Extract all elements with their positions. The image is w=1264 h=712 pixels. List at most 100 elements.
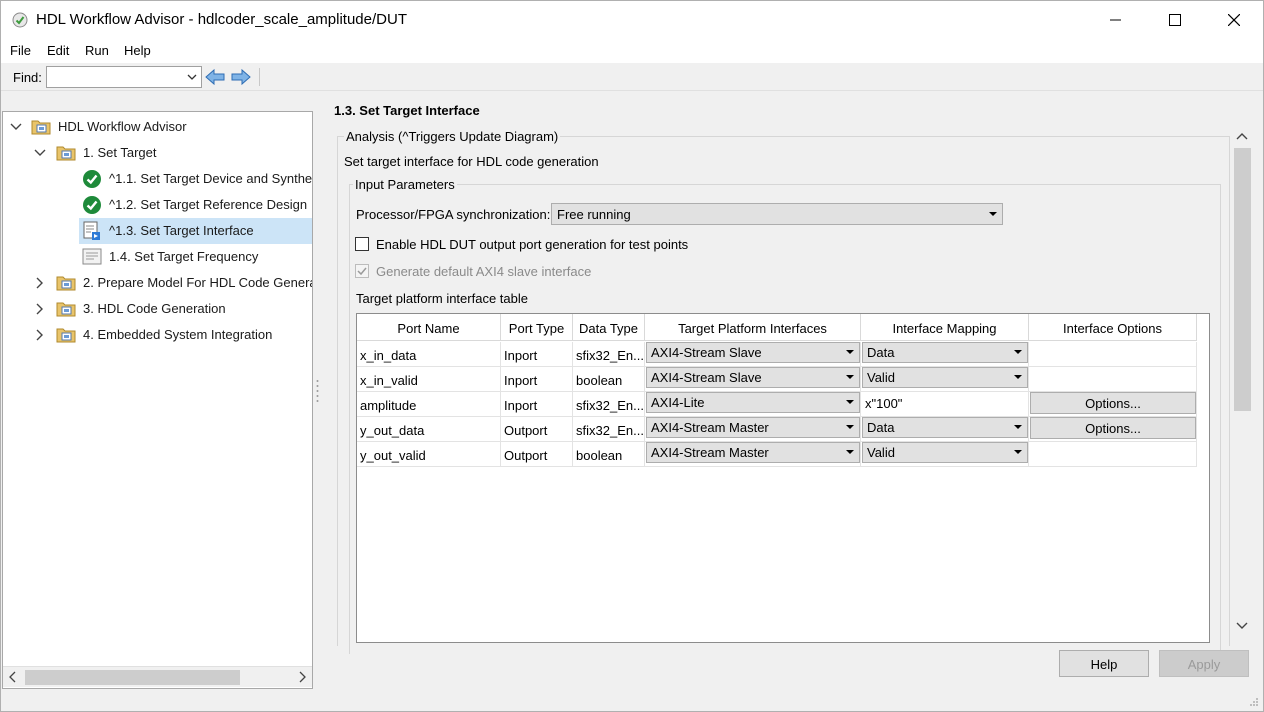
content-vertical-scrollbar[interactable] (1233, 128, 1251, 638)
tree-item-label: 1.4. Set Target Frequency (109, 249, 259, 264)
mapping-value: Valid (867, 370, 895, 385)
folder-icon (56, 302, 76, 317)
mapping-text-input[interactable]: x"100" (862, 392, 1028, 415)
column-header-data-type[interactable]: Data Type (573, 314, 645, 341)
sync-dropdown[interactable]: Free running (551, 203, 1003, 225)
options-button[interactable]: Options... (1030, 392, 1196, 414)
interface-dropdown[interactable]: AXI4-Stream Slave (646, 367, 860, 388)
chevron-down-icon (846, 375, 854, 379)
mapping-value: Data (867, 345, 895, 360)
help-button[interactable]: Help (1059, 650, 1149, 677)
tree-item-set-target-frequency[interactable]: 1.4. Set Target Frequency (3, 244, 312, 270)
cell-port-type: Inport (501, 392, 573, 417)
checkmark-icon (357, 267, 367, 276)
tree-item-label: HDL Workflow Advisor (58, 119, 187, 134)
tree-item-set-target-device[interactable]: ^1.1. Set Target Device and Synthesis To… (3, 166, 313, 192)
input-parameters-title: Input Parameters (353, 177, 457, 192)
task-description: Set target interface for HDL code genera… (344, 154, 599, 169)
sync-label: Processor/FPGA synchronization: (356, 207, 551, 222)
tree-item-set-target-reference-design[interactable]: ^1.2. Set Target Reference Design (3, 192, 312, 218)
chevron-down-icon (846, 400, 854, 404)
cell-port-type: Outport (501, 417, 573, 442)
menu-edit[interactable]: Edit (47, 43, 69, 58)
enable-test-points-label: Enable HDL DUT output port generation fo… (376, 237, 689, 252)
cell-options (1029, 442, 1197, 467)
column-header-target-platform-interfaces[interactable]: Target Platform Interfaces (645, 314, 861, 341)
chevron-right-icon[interactable] (34, 303, 46, 315)
menu-help[interactable]: Help (124, 43, 151, 58)
tree-horizontal-scrollbar[interactable] (3, 666, 312, 687)
chevron-down-icon (846, 450, 854, 454)
toolbar-separator (259, 68, 260, 86)
task-run-icon (83, 221, 100, 240)
tree-item-label: ^1.1. Set Target Device and Synthesis To… (109, 171, 313, 186)
generate-axi4-label: Generate default AXI4 slave interface (376, 264, 592, 279)
tree-item-label: 3. HDL Code Generation (83, 301, 226, 316)
cell-options (1029, 367, 1197, 392)
folder-icon (31, 120, 51, 135)
interface-dropdown[interactable]: AXI4-Stream Master (646, 417, 860, 438)
scroll-up-icon[interactable] (1236, 132, 1248, 140)
column-header-interface-mapping[interactable]: Interface Mapping (861, 314, 1029, 341)
chevron-down-icon[interactable] (10, 121, 22, 133)
chevron-down-icon (187, 74, 197, 80)
interface-dropdown[interactable]: AXI4-Lite (646, 392, 860, 413)
cell-data-type: sfix32_En... (573, 342, 645, 367)
menu-run[interactable]: Run (85, 43, 109, 58)
options-button[interactable]: Options... (1030, 417, 1196, 439)
main-window: HDL Workflow Advisor - hdlcoder_scale_am… (0, 0, 1264, 712)
chevron-down-icon (1014, 375, 1022, 379)
scrollbar-thumb[interactable] (1234, 148, 1251, 411)
column-header-port-name[interactable]: Port Name (357, 314, 501, 341)
close-button[interactable] (1205, 1, 1263, 39)
scroll-right-icon[interactable] (298, 671, 306, 683)
minimize-button[interactable] (1087, 1, 1145, 39)
task-tree: HDL Workflow Advisor 1. Set Target ^1.1.… (2, 111, 313, 689)
resize-grip-icon[interactable] (1249, 697, 1259, 707)
enable-test-points-checkbox[interactable] (355, 237, 369, 251)
chevron-down-icon (1014, 425, 1022, 429)
check-icon (83, 170, 101, 188)
window-title: HDL Workflow Advisor - hdlcoder_scale_am… (36, 11, 407, 28)
mapping-dropdown[interactable]: Valid (862, 442, 1028, 463)
tree-item-embedded-system-integration[interactable]: 4. Embedded System Integration (3, 322, 312, 348)
find-label: Find: (13, 70, 42, 85)
tree-item-set-target[interactable]: 1. Set Target (3, 140, 312, 166)
interface-value: AXI4-Stream Slave (651, 370, 762, 385)
menu-file[interactable]: File (10, 43, 31, 58)
cell-port-type: Outport (501, 442, 573, 467)
tree-item-hdl-code-generation[interactable]: 3. HDL Code Generation (3, 296, 312, 322)
minimize-icon (1110, 19, 1121, 21)
find-previous-icon[interactable] (204, 67, 226, 87)
find-next-icon[interactable] (230, 67, 252, 87)
splitter-handle[interactable] (316, 379, 319, 403)
tree-item-set-target-interface[interactable]: ^1.3. Set Target Interface (79, 218, 312, 244)
chevron-right-icon[interactable] (34, 329, 46, 341)
interface-value: AXI4-Lite (651, 395, 705, 410)
cell-data-type: sfix32_En... (573, 392, 645, 417)
folder-icon (56, 328, 76, 343)
cell-port-name: x_in_data (357, 342, 501, 367)
tree-item-prepare-model[interactable]: 2. Prepare Model For HDL Code Generation (3, 270, 312, 296)
find-input[interactable] (46, 66, 202, 88)
scroll-left-icon[interactable] (9, 671, 17, 683)
apply-button[interactable]: Apply (1159, 650, 1249, 677)
cell-data-type: boolean (573, 367, 645, 392)
column-header-port-type[interactable]: Port Type (501, 314, 573, 341)
mapping-dropdown[interactable]: Data (862, 342, 1028, 363)
scrollbar-thumb[interactable] (25, 670, 240, 685)
tree-item-hdl-workflow-advisor[interactable]: HDL Workflow Advisor (3, 114, 312, 140)
maximize-icon (1169, 14, 1181, 26)
column-header-interface-options[interactable]: Interface Options (1029, 314, 1197, 341)
interface-dropdown[interactable]: AXI4-Stream Master (646, 442, 860, 463)
generate-axi4-checkbox[interactable] (355, 264, 369, 278)
chevron-right-icon[interactable] (34, 277, 46, 289)
find-toolbar: Find: (1, 63, 1263, 91)
interface-dropdown[interactable]: AXI4-Stream Slave (646, 342, 860, 363)
mapping-dropdown[interactable]: Data (862, 417, 1028, 438)
chevron-down-icon[interactable] (34, 147, 46, 159)
mapping-dropdown[interactable]: Valid (862, 367, 1028, 388)
scroll-down-icon[interactable] (1236, 622, 1248, 630)
interface-value: AXI4-Stream Slave (651, 345, 762, 360)
maximize-button[interactable] (1146, 1, 1204, 39)
